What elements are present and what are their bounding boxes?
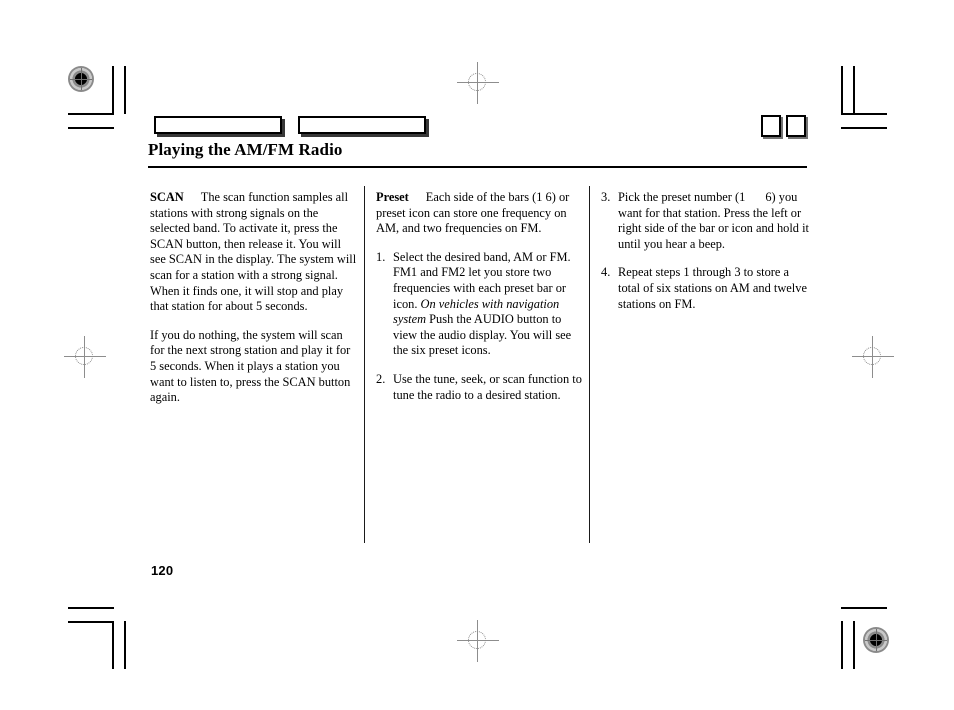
preset-step-4-text: Repeat steps 1 through 3 to store a tota…	[618, 265, 807, 311]
crop-mark-top-right-vertical-outer	[853, 66, 855, 114]
crop-mark-bottom-left-horizontal-outer	[68, 621, 114, 623]
preset-step-4: 4. Repeat steps 1 through 3 to store a t…	[601, 265, 809, 312]
column-3: 3. Pick the preset number (1 6) you want …	[601, 190, 809, 312]
crop-mark-bottom-left-horizontal	[68, 607, 114, 609]
crosshair-left-center	[64, 336, 106, 378]
column-divider-2	[589, 186, 590, 543]
crop-mark-bottom-right-vertical-outer	[853, 621, 855, 669]
crop-mark-bottom-left-vertical-outer	[124, 621, 126, 669]
scan-lead-paragraph: SCAN The scan function samples all statio…	[150, 190, 358, 315]
header-corner-box-2	[786, 115, 806, 137]
preset-step-2: 2. Use the tune, seek, or scan function …	[376, 372, 584, 403]
column-divider-1	[364, 186, 365, 543]
preset-step-1: 1. Select the desired band, AM or FM. FM…	[376, 250, 584, 359]
page-number: 120	[151, 563, 174, 578]
crosshair-right-center	[852, 336, 894, 378]
preset-step-3: 3. Pick the preset number (1 6) you want …	[601, 190, 809, 252]
crop-mark-top-left-horizontal	[68, 113, 114, 115]
header-corner-box-1	[761, 115, 781, 137]
crop-mark-top-right-vertical	[841, 66, 843, 114]
crosshair-top-center	[457, 62, 499, 104]
crop-mark-bottom-right-horizontal	[841, 607, 887, 609]
scan-lead-text: The scan function samples all stations w…	[150, 190, 357, 314]
column-1: SCAN The scan function samples all statio…	[150, 190, 358, 406]
crop-mark-top-left-vertical	[112, 66, 114, 114]
title-rule	[148, 166, 807, 168]
preset-step-2-number: 2.	[376, 371, 386, 386]
crop-mark-top-left-vertical-outer	[124, 66, 126, 114]
preset-step-3-text-before: Pick the preset number (1	[618, 190, 746, 204]
crop-mark-top-right-horizontal	[841, 113, 887, 115]
registration-target-top-left	[68, 66, 94, 92]
preset-lead-paragraph: Preset Each side of the bars (1 6) or pre…	[376, 190, 584, 237]
preset-step-1-number: 1.	[376, 249, 386, 264]
crop-mark-bottom-right-vertical	[841, 621, 843, 669]
crop-mark-top-left-horizontal-outer	[68, 127, 114, 129]
preset-step-3-number: 3.	[601, 190, 611, 204]
scan-second-paragraph: If you do nothing, the system will scan …	[150, 327, 351, 405]
column-2: Preset Each side of the bars (1 6) or pre…	[376, 190, 584, 403]
preset-lead-label: Preset	[376, 190, 409, 204]
scan-lead-label: SCAN	[150, 190, 184, 204]
registration-target-bottom-right	[863, 627, 889, 653]
preset-step-2-text: Use the tune, seek, or scan function to …	[393, 371, 582, 402]
header-tab-bar-1	[154, 116, 282, 134]
crop-mark-top-right-horizontal-outer	[841, 127, 887, 129]
crosshair-bottom-center	[457, 620, 499, 662]
preset-step-4-number: 4.	[601, 265, 611, 280]
header-tab-bar-2	[298, 116, 426, 134]
crop-mark-bottom-left-vertical	[112, 621, 114, 669]
page-title: Playing the AM/FM Radio	[148, 140, 343, 159]
